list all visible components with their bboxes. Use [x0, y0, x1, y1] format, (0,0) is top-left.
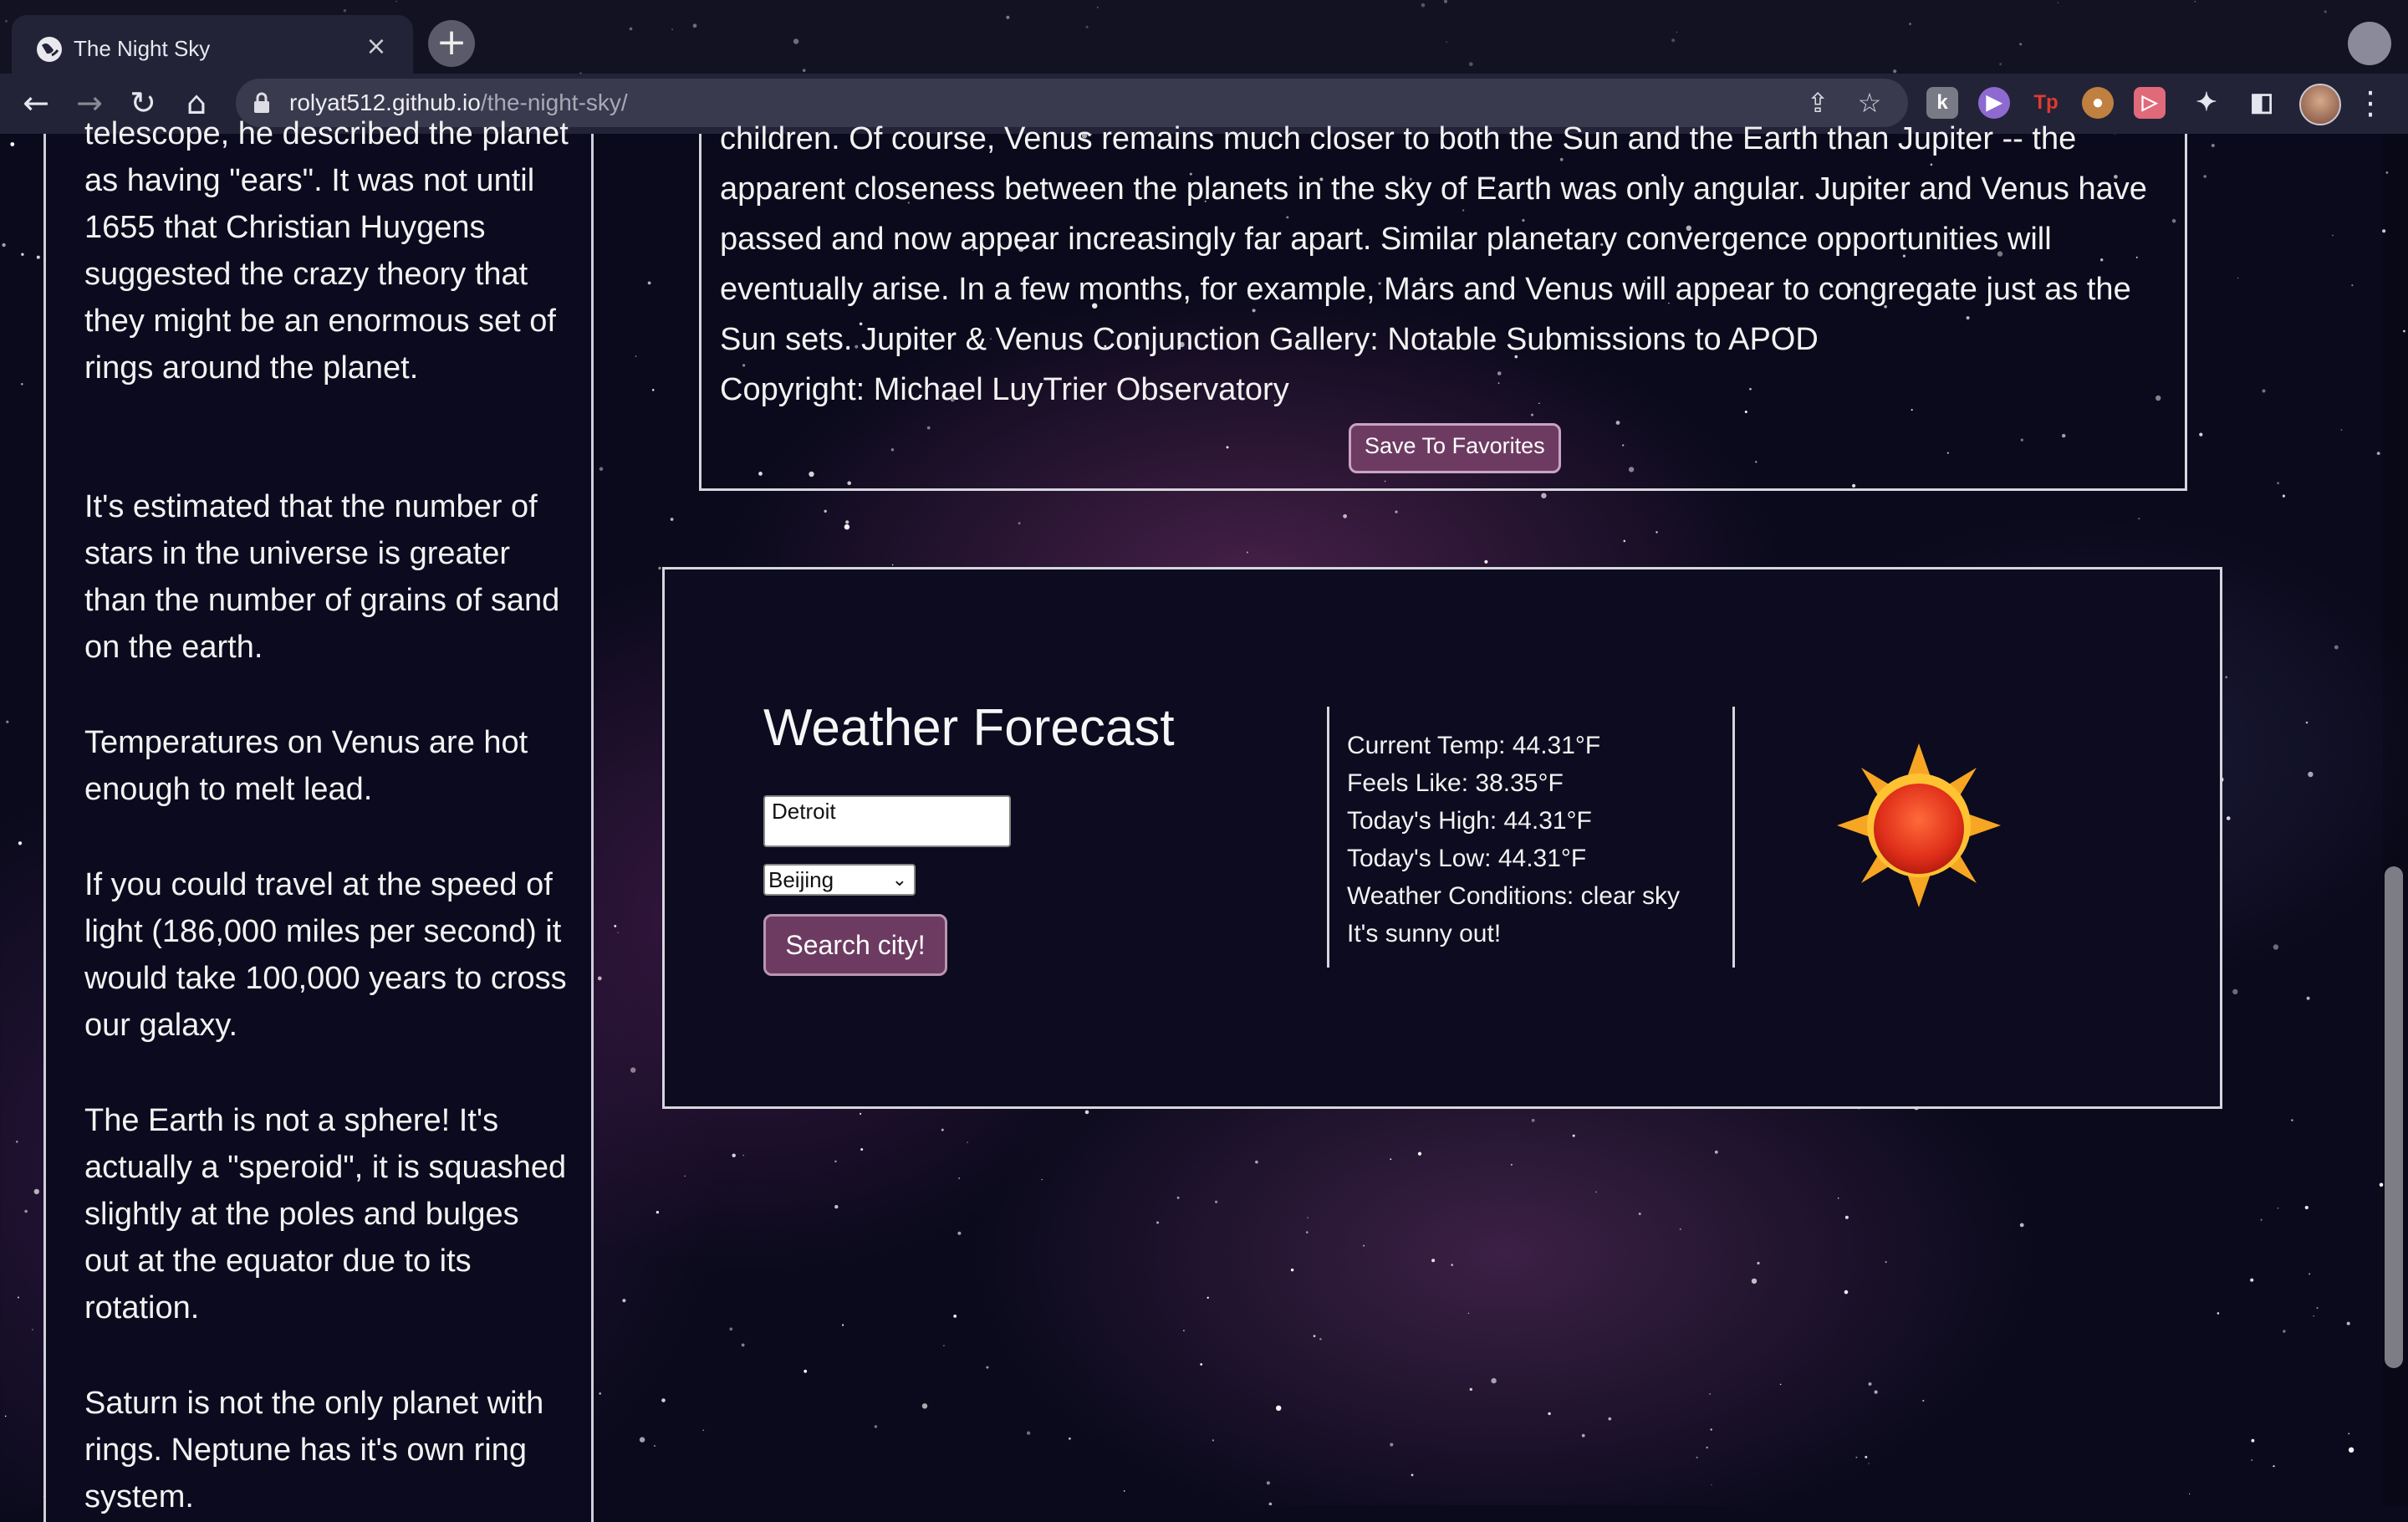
weather-conditions: Weather Conditions: clear sky	[1347, 882, 1680, 910]
apod-card: children. Of course, Venus remains much …	[699, 121, 2187, 491]
close-tab-icon[interactable]: ×	[363, 33, 390, 60]
globe-icon	[37, 37, 62, 62]
sun-icon	[1837, 743, 2001, 907]
profile-avatar[interactable]	[2299, 84, 2341, 125]
extensions-puzzle-icon[interactable]: ✦	[2191, 87, 2222, 119]
fact-earth-shape: The Earth is not a sphere! It's actually…	[84, 1103, 567, 1325]
more-menu-icon[interactable]: ⋮	[2354, 82, 2386, 124]
search-city-button[interactable]: Search city!	[763, 914, 947, 976]
todays-high: Today's High: 44.31°F	[1347, 807, 1592, 835]
city-input[interactable]: Detroit	[763, 795, 1011, 847]
weather-divider-left	[1327, 707, 1329, 968]
weather-message: It's sunny out!	[1347, 920, 1502, 947]
fact-saturn-rings-history: telescope, he described the planet as ha…	[84, 116, 569, 386]
apod-description: children. Of course, Venus remains much …	[720, 121, 2147, 357]
city-select-value: Beijing	[768, 867, 834, 892]
weather-forecast-card: Weather Forecast Detroit Beijing ⌄ Searc…	[662, 567, 2222, 1109]
space-facts-panel: telescope, he described the planet as ha…	[43, 116, 594, 1522]
save-to-favorites-button[interactable]: Save To Favorites	[1349, 423, 1561, 473]
browser-tab-bar: The Night Sky × +	[0, 0, 2408, 84]
page-scrollbar-thumb[interactable]	[2385, 866, 2403, 1368]
feels-like: Feels Like: 38.35°F	[1347, 769, 1564, 797]
weather-details: Current Temp: 44.31°F Feels Like: 38.35°…	[1347, 727, 1680, 953]
fact-neptune-rings: Saturn is not the only planet with rings…	[84, 1386, 544, 1514]
weather-divider-right	[1732, 707, 1735, 968]
chevron-down-icon: ⌄	[891, 869, 907, 890]
back-icon[interactable]: ←	[15, 82, 57, 124]
fact-speed-of-light: If you could travel at the speed of ligh…	[84, 867, 567, 1043]
fact-stars-vs-sand: It's estimated that the number of stars …	[84, 489, 560, 665]
todays-low: Today's Low: 44.31°F	[1347, 845, 1587, 872]
profile-menu-icon[interactable]	[2348, 22, 2391, 65]
tab-title: The Night Sky	[74, 36, 211, 61]
current-temp: Current Temp: 44.31°F	[1347, 732, 1601, 759]
apod-copyright: Copyright: Michael LuyTrier Observatory	[720, 372, 1289, 407]
new-tab-button[interactable]: +	[428, 20, 475, 67]
city-select[interactable]: Beijing ⌄	[763, 864, 916, 896]
side-panel-icon[interactable]: ◧	[2246, 87, 2278, 119]
weather-title: Weather Forecast	[763, 699, 1175, 757]
fact-venus-temperature: Temperatures on Venus are hot enough to …	[84, 725, 528, 807]
